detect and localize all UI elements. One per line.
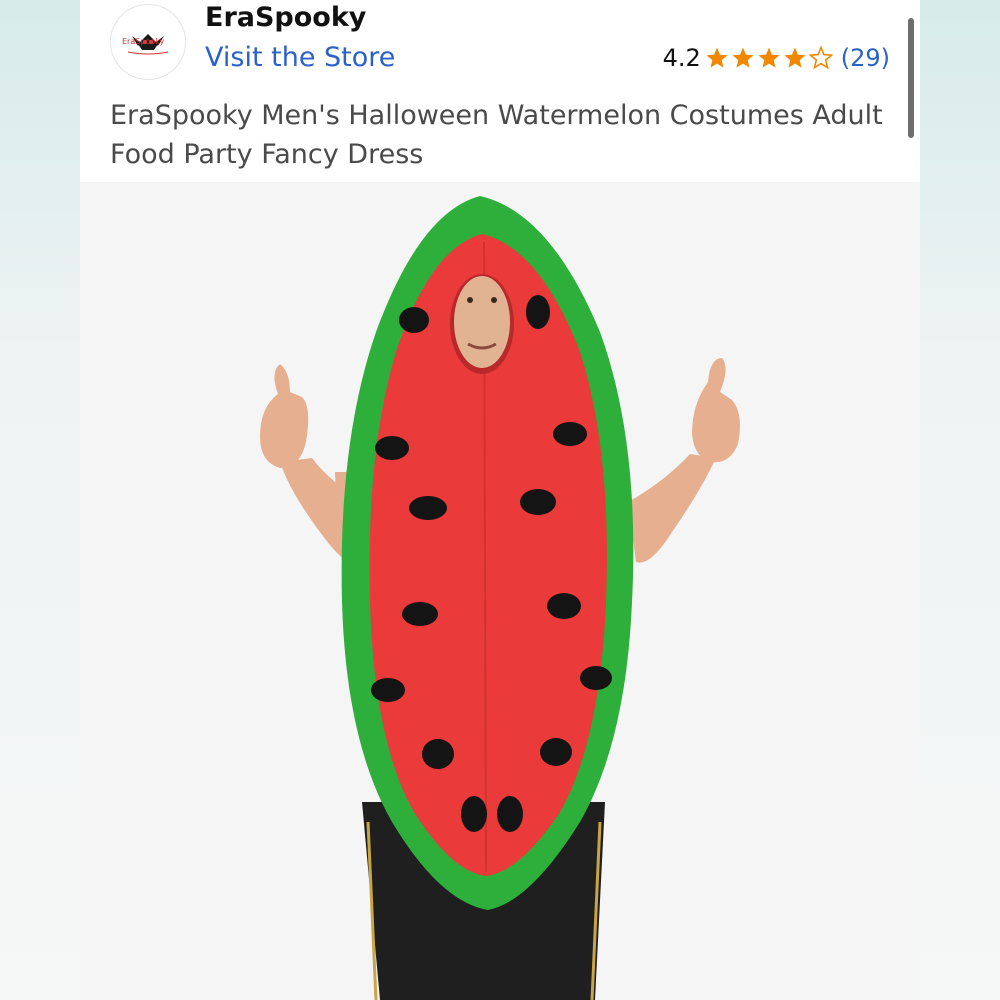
scrollbar[interactable] — [908, 18, 914, 138]
left-thumbs-up-hand — [260, 364, 309, 468]
star-rating-icon — [706, 46, 833, 69]
seed — [371, 678, 405, 702]
product-image[interactable] — [80, 182, 920, 1000]
seed — [399, 307, 429, 333]
rating-summary[interactable]: 4.2 (29) — [663, 44, 890, 72]
star-full-icon — [758, 47, 780, 68]
seller-name: EraSpooky — [205, 2, 367, 33]
product-header: EraSpooky EraSpooky Visit the Store 4.2 — [80, 0, 920, 182]
seed — [580, 666, 612, 690]
seed — [497, 796, 523, 832]
rating-value: 4.2 — [662, 44, 701, 72]
product-card: EraSpooky EraSpooky Visit the Store 4.2 — [80, 0, 920, 1000]
right-backdrop — [920, 0, 1000, 1000]
visit-store-link[interactable]: Visit the Store — [205, 42, 395, 73]
seller-logo[interactable]: EraSpooky — [110, 4, 186, 80]
left-eye — [467, 297, 473, 303]
right-thumbs-up-hand — [692, 358, 740, 463]
seed — [553, 422, 587, 446]
product-title: EraSpooky Men's Halloween Watermelon Cos… — [110, 100, 883, 170]
star-empty-icon — [809, 46, 833, 69]
seed — [461, 796, 487, 832]
right-forearm — [628, 454, 716, 563]
star-full-icon — [784, 47, 806, 68]
review-count-link[interactable]: (29) — [841, 44, 890, 72]
left-backdrop — [0, 0, 80, 1000]
seed — [409, 496, 447, 520]
seed — [402, 602, 438, 626]
seed — [520, 489, 556, 515]
seed — [375, 436, 409, 460]
seed — [422, 739, 454, 769]
seed — [547, 593, 581, 619]
seed — [540, 738, 572, 766]
star-full-icon — [732, 47, 754, 68]
seed — [526, 295, 550, 329]
face — [454, 276, 510, 368]
rating-stars — [705, 45, 833, 71]
right-eye — [491, 297, 497, 303]
seller-logo-icon: EraSpooky — [122, 34, 169, 55]
logo-text: EraSpooky — [122, 37, 165, 46]
star-full-icon — [706, 47, 728, 68]
